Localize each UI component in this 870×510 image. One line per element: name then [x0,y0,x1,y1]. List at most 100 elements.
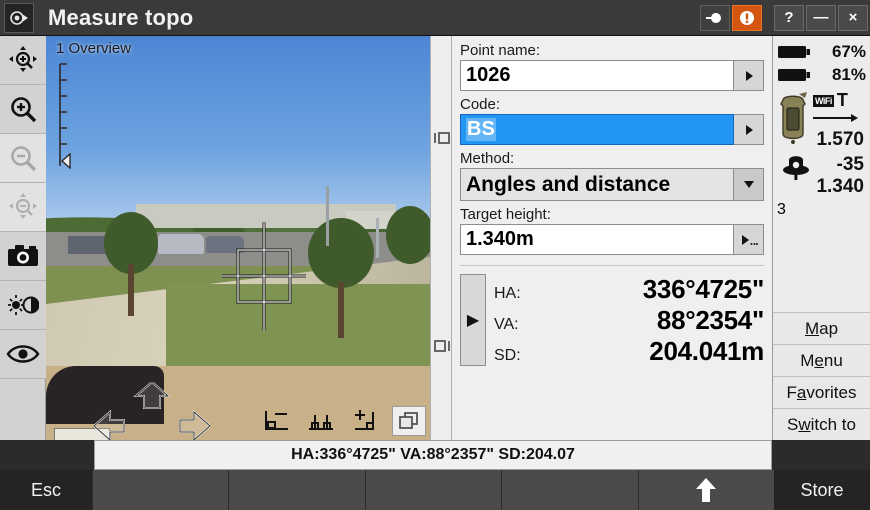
snap-corner-button[interactable] [260,406,294,436]
scenery-car-3 [158,234,204,254]
zoom-out-button [0,134,46,183]
code-label: Code: [460,96,501,113]
zoom-to-extents-button[interactable] [0,36,46,85]
add-point-button[interactable] [348,406,382,436]
point-name-dropdown-button[interactable] [734,60,764,91]
wifi-row: WiFi T [813,90,866,111]
dpad-up-arrow [133,382,171,409]
target-count-text: 3 [777,201,786,218]
point-name-label: Point name: [460,42,541,59]
dpad-right-arrow [179,409,210,440]
zoom-to-extents-icon [9,46,37,72]
close-button[interactable]: × [838,4,868,31]
arrow-up-icon [696,478,717,502]
va-label: VA: [494,316,519,333]
softkey-4[interactable] [501,470,638,510]
viewport-label: 1 Overview [56,40,132,57]
status-panel: 67% 81% WiFi T 1.570 3 -35 1.340 [773,36,870,219]
status-line: HA:336°4725" VA:88°2357" SD:204.07 [94,440,772,470]
scenery-trunk-2 [338,282,344,338]
camera-viewport[interactable]: 1 Overview [46,36,430,440]
battery-icon [778,45,810,58]
zoom-in-icon [11,97,37,123]
target-icon-group: 3 [777,154,816,219]
panel-toggle-button[interactable] [392,406,426,436]
status-nav-column: 67% 81% WiFi T 1.570 3 -35 1.340 Map Men… [772,36,870,440]
alert-button[interactable] [732,4,762,31]
softkey-3[interactable] [364,470,502,510]
nav-button-map[interactable]: Map [773,312,870,344]
arrow-right-icon [813,114,858,122]
target-height-input[interactable]: 1.340m [460,224,734,255]
scenery-car-1 [68,236,108,254]
viewport-tool-row [260,406,426,436]
sd-value: 204.041m [649,336,764,366]
minimize-button[interactable]: — [806,4,836,31]
panel-divider [430,36,452,440]
rail-filler [0,379,45,440]
point-name-input[interactable]: 1026 [460,60,734,91]
measurement-form: Point name: 1026 Code: BS Method: Angles… [452,36,772,440]
code-dropdown-button[interactable] [734,114,764,145]
instrument-height-value: 1.570 [816,129,864,150]
help-button[interactable]: ? [774,4,804,31]
method-label: Method: [460,150,515,167]
esc-button[interactable]: Esc [0,470,92,510]
eye-visibility-icon [6,345,40,363]
dock-right-button[interactable] [433,338,451,354]
snap-surface-button[interactable] [304,406,338,436]
target-height-options-button[interactable] [734,224,764,255]
nav-button-menu[interactable]: Menu [773,344,870,376]
scenery-trunk-1 [128,264,134,316]
dock-left-button[interactable] [433,130,451,146]
store-button[interactable]: Store [774,470,870,510]
brightness-contrast-icon [8,295,39,315]
battery-1-row: 67% [777,40,866,63]
zoom-level-scale[interactable] [56,62,76,174]
camera-icon [8,245,38,266]
method-select[interactable]: Angles and distance [460,168,734,201]
readout-rows: HA: 336°4725" VA: 88°2354" SD: 204.041m [494,274,764,367]
target-signal-value: -35 [836,154,864,175]
target-height-value: 1.340 [816,176,864,197]
target-status-values: -35 1.340 [816,154,866,198]
code-input[interactable]: BS [460,114,734,145]
scenery-pole-2 [376,218,379,258]
method-dropdown-button[interactable] [734,168,764,201]
softkey-1[interactable] [92,470,229,510]
dpad-left-arrow [94,409,125,440]
pan-zoom-out-button [0,183,46,232]
ha-label: HA: [494,285,521,302]
softkey-5-up-arrow[interactable] [637,470,775,510]
window-title: Measure topo [48,4,194,30]
instrument-icon [10,10,28,25]
nav-button-switch-to[interactable]: Switch to [773,408,870,440]
pan-zoom-out-icon [9,193,37,219]
dock-right-icon [434,340,450,352]
camera-button[interactable] [0,232,46,281]
crosshair-reticle [222,222,306,330]
panel-toggle-icon [399,412,418,429]
brightness-contrast-button[interactable] [0,281,46,330]
zoom-in-button[interactable] [0,85,46,134]
dock-left-icon [434,132,450,144]
scenery-tree-2 [308,218,374,288]
chevron-right-ellipsis-icon [741,234,758,245]
bottom-bar: Esc Store [0,470,870,510]
readout-expand-button[interactable]: ▶ [460,274,486,366]
target-status-row: 3 -35 1.340 [777,154,866,218]
app-icon[interactable] [4,2,34,33]
nav-button-favorites[interactable]: Favorites [773,376,870,408]
direction-pad[interactable] [94,382,210,440]
readout-row: VA: 88°2354" [494,305,764,336]
connect-button[interactable] [700,4,730,31]
nav-label-map: Map [804,318,839,338]
scenery-pole-1 [326,186,329,246]
readout-row: HA: 336°4725" [494,274,764,305]
chevron-down-icon [743,181,754,188]
visibility-button[interactable] [0,330,46,379]
wifi-icon: WiFi [813,94,834,107]
point-name-row: 1026 [460,60,764,91]
softkey-2[interactable] [228,470,365,510]
method-row: Angles and distance [460,168,764,201]
